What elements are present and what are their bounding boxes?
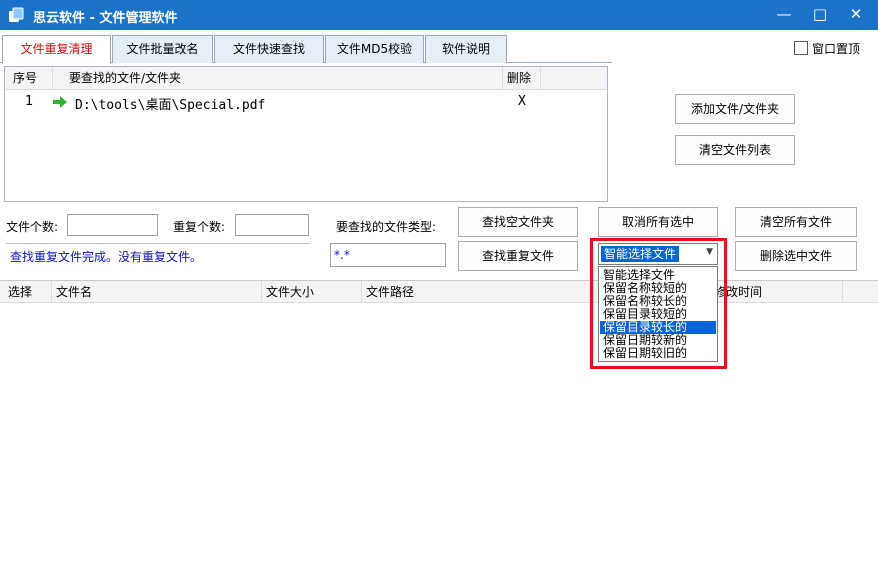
tab-batch-rename[interactable]: 文件批量改名 xyxy=(112,35,213,63)
delete-selected-button[interactable]: 删除选中文件 xyxy=(735,241,857,271)
find-empty-folders-button[interactable]: 查找空文件夹 xyxy=(458,207,578,237)
row-delete[interactable]: X xyxy=(518,94,526,109)
column-select[interactable]: 选择 xyxy=(0,281,52,303)
tab-quick-search[interactable]: 文件快速查找 xyxy=(214,35,324,63)
result-table[interactable]: 选择 文件名 文件大小 文件路径 修改时间 xyxy=(0,280,878,577)
cancel-all-selection-button[interactable]: 取消所有选中 xyxy=(598,207,718,237)
dup-count-label: 重复个数: xyxy=(173,220,226,234)
list-item[interactable]: 1 D:\tools\桌面\Special.pdf X xyxy=(5,92,607,114)
result-table-header: 选择 文件名 文件大小 文件路径 修改时间 xyxy=(0,281,878,303)
find-duplicates-button[interactable]: 查找重复文件 xyxy=(458,241,578,271)
minimize-button[interactable]: — xyxy=(766,0,802,30)
column-delete[interactable]: 删除 xyxy=(503,67,541,90)
row-index: 1 xyxy=(25,94,34,109)
column-path[interactable]: 要查找的文件/文件夹 xyxy=(53,67,503,90)
clear-list-button[interactable]: 清空文件列表 xyxy=(675,135,795,165)
row-path: D:\tools\桌面\Special.pdf xyxy=(75,98,266,113)
always-on-top-label: 窗口置顶 xyxy=(812,42,861,56)
window-title: 思云软件 - 文件管理软件 xyxy=(33,11,178,26)
app-icon xyxy=(9,7,24,22)
file-type-input[interactable]: *.* xyxy=(330,243,446,267)
column-filesize[interactable]: 文件大小 xyxy=(262,281,362,303)
close-button[interactable]: ✕ xyxy=(838,0,874,30)
maximize-button[interactable]: □ xyxy=(802,0,838,30)
tab-about[interactable]: 软件说明 xyxy=(425,35,507,63)
status-bar: 查找重复文件完成。没有重复文件。 xyxy=(6,243,310,266)
source-file-list[interactable]: 序号 要查找的文件/文件夹 删除 1 D:\tools\桌面\Special.p… xyxy=(4,66,608,202)
tab-md5-check[interactable]: 文件MD5校验 xyxy=(325,35,424,63)
add-file-button[interactable]: 添加文件/文件夹 xyxy=(675,94,795,124)
column-modified-time[interactable]: 修改时间 xyxy=(710,281,843,303)
annotation-frame xyxy=(590,238,727,369)
status-text: 查找重复文件完成。没有重复文件。 xyxy=(10,250,203,264)
file-count-label: 文件个数: xyxy=(6,220,59,234)
title-bar: 思云软件 - 文件管理软件 — □ ✕ xyxy=(0,0,878,30)
always-on-top-checkbox[interactable] xyxy=(794,41,808,55)
column-filename[interactable]: 文件名 xyxy=(52,281,262,303)
source-list-header: 序号 要查找的文件/文件夹 删除 xyxy=(5,67,607,90)
file-type-value: *.* xyxy=(334,248,350,262)
file-count-field[interactable] xyxy=(67,214,158,236)
clear-all-files-button[interactable]: 清空所有文件 xyxy=(735,207,857,237)
file-type-label: 要查找的文件类型: xyxy=(336,220,437,234)
column-index[interactable]: 序号 xyxy=(5,67,53,90)
arrow-right-icon xyxy=(53,96,67,108)
tab-duplicate-cleanup[interactable]: 文件重复清理 xyxy=(2,35,111,64)
dup-count-field[interactable] xyxy=(235,214,309,236)
